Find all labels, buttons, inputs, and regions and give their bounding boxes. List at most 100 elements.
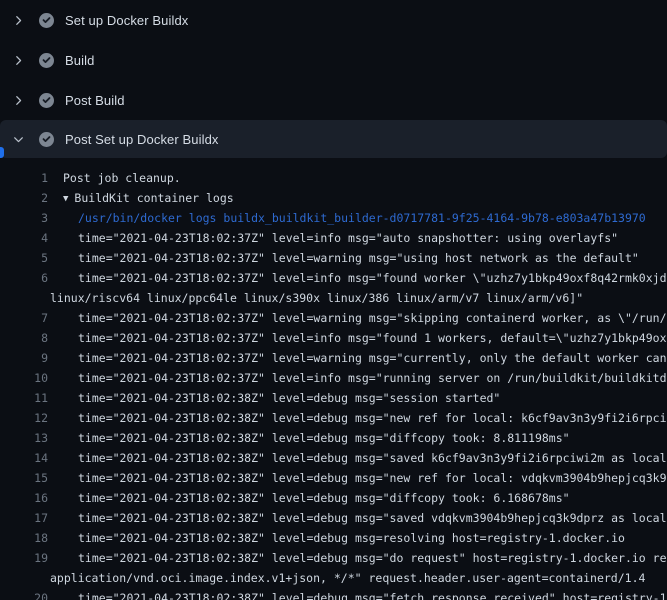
log-text: time="2021-04-23T18:02:38Z" level=debug … xyxy=(48,408,667,428)
log-text: time="2021-04-23T18:02:38Z" level=debug … xyxy=(48,528,667,548)
line-number[interactable]: 14 xyxy=(0,448,48,468)
log-text: time="2021-04-23T18:02:38Z" level=debug … xyxy=(48,428,667,448)
step-row[interactable]: Post Build xyxy=(0,80,667,120)
line-number[interactable] xyxy=(0,288,48,308)
check-circle-icon xyxy=(39,53,54,68)
check-circle-icon xyxy=(39,132,54,147)
log-text: application/vnd.oci.image.index.v1+json,… xyxy=(48,568,667,588)
log-text: time="2021-04-23T18:02:38Z" level=debug … xyxy=(48,388,667,408)
log-text-body: BuildKit container logs xyxy=(74,191,233,205)
step-label: Post Build xyxy=(65,94,125,107)
log-text: linux/riscv64 linux/ppc64le linux/s390x … xyxy=(48,288,667,308)
log-line: 14 time="2021-04-23T18:02:38Z" level=deb… xyxy=(0,448,667,468)
log-text: time="2021-04-23T18:02:38Z" level=debug … xyxy=(48,548,667,568)
log-line: 15 time="2021-04-23T18:02:38Z" level=deb… xyxy=(0,468,667,488)
log-text-body: linux/riscv64 linux/ppc64le linux/s390x … xyxy=(50,291,583,305)
log-text-body: time="2021-04-23T18:02:38Z" level=debug … xyxy=(78,551,667,565)
log-text-body: time="2021-04-23T18:02:37Z" level=info m… xyxy=(78,331,667,345)
log-text: time="2021-04-23T18:02:37Z" level=info m… xyxy=(48,368,667,388)
step-row[interactable]: Set up Docker Buildx xyxy=(0,0,667,40)
log-text: time="2021-04-23T18:02:38Z" level=debug … xyxy=(48,488,667,508)
line-number[interactable]: 5 xyxy=(0,248,48,268)
log-text: time="2021-04-23T18:02:37Z" level=info m… xyxy=(48,228,667,248)
log-line: 10 time="2021-04-23T18:02:37Z" level=inf… xyxy=(0,368,667,388)
log-text-body: time="2021-04-23T18:02:37Z" level=info m… xyxy=(78,371,667,385)
log-text-body: Post job cleanup. xyxy=(63,171,181,185)
line-number[interactable]: 2 xyxy=(0,188,48,208)
line-number[interactable]: 20 xyxy=(0,588,48,600)
log-text: time="2021-04-23T18:02:37Z" level=warnin… xyxy=(48,308,667,328)
log-text: time="2021-04-23T18:02:37Z" level=info m… xyxy=(48,328,667,348)
log-text-body: time="2021-04-23T18:02:37Z" level=info m… xyxy=(78,271,667,285)
log-text-body: time="2021-04-23T18:02:37Z" level=warnin… xyxy=(78,351,667,365)
log-text: time="2021-04-23T18:02:38Z" level=debug … xyxy=(48,448,667,468)
log-text-body: time="2021-04-23T18:02:37Z" level=warnin… xyxy=(78,251,639,265)
chevron-right-icon[interactable] xyxy=(13,55,24,66)
log-text-body: application/vnd.oci.image.index.v1+json,… xyxy=(50,571,645,585)
log-line: 3 /usr/bin/docker logs buildx_buildkit_b… xyxy=(0,208,667,228)
line-number[interactable]: 13 xyxy=(0,428,48,448)
line-number[interactable]: 3 xyxy=(0,208,48,228)
check-circle-icon xyxy=(39,93,54,108)
log-line: 6 time="2021-04-23T18:02:37Z" level=info… xyxy=(0,268,667,288)
log-line: 13 time="2021-04-23T18:02:38Z" level=deb… xyxy=(0,428,667,448)
log-text: Post job cleanup. xyxy=(48,168,667,188)
step-row[interactable]: Post Set up Docker Buildx xyxy=(0,120,667,158)
group-toggle-icon[interactable]: ▼ xyxy=(63,189,68,208)
log-text: time="2021-04-23T18:02:38Z" level=debug … xyxy=(48,588,667,600)
line-number[interactable]: 16 xyxy=(0,488,48,508)
line-number[interactable]: 12 xyxy=(0,408,48,428)
step-label: Build xyxy=(65,54,94,67)
log-text: time="2021-04-23T18:02:38Z" level=debug … xyxy=(48,508,667,528)
log-line: application/vnd.oci.image.index.v1+json,… xyxy=(0,568,667,588)
log-line: 16 time="2021-04-23T18:02:38Z" level=deb… xyxy=(0,488,667,508)
log-line: 2 ▼ BuildKit container logs xyxy=(0,188,667,208)
log-line: linux/riscv64 linux/ppc64le linux/s390x … xyxy=(0,288,667,308)
line-number[interactable] xyxy=(0,568,48,588)
step-label: Post Set up Docker Buildx xyxy=(65,133,219,146)
log-line: 19 time="2021-04-23T18:02:38Z" level=deb… xyxy=(0,548,667,568)
log-text-body: time="2021-04-23T18:02:37Z" level=warnin… xyxy=(78,311,667,325)
log-text-body: time="2021-04-23T18:02:38Z" level=debug … xyxy=(78,511,667,525)
log-text: ▼ BuildKit container logs xyxy=(48,188,667,208)
log-text: /usr/bin/docker logs buildx_buildkit_bui… xyxy=(48,208,667,228)
log-text-body: time="2021-04-23T18:02:38Z" level=debug … xyxy=(78,471,667,485)
line-number[interactable]: 9 xyxy=(0,348,48,368)
line-number[interactable]: 18 xyxy=(0,528,48,548)
log-line: 1 Post job cleanup. xyxy=(0,168,667,188)
log-line: 12 time="2021-04-23T18:02:38Z" level=deb… xyxy=(0,408,667,428)
step-row[interactable]: Build xyxy=(0,40,667,80)
log-text-body: time="2021-04-23T18:02:37Z" level=info m… xyxy=(78,231,618,245)
log-line: 5 time="2021-04-23T18:02:37Z" level=warn… xyxy=(0,248,667,268)
log-line: 9 time="2021-04-23T18:02:37Z" level=warn… xyxy=(0,348,667,368)
chevron-down-icon[interactable] xyxy=(13,134,24,145)
steps-list: Set up Docker Buildx Build Post Build xyxy=(0,0,667,158)
log-text-body: time="2021-04-23T18:02:38Z" level=debug … xyxy=(78,411,667,425)
line-number[interactable]: 17 xyxy=(0,508,48,528)
log-text: time="2021-04-23T18:02:37Z" level=info m… xyxy=(48,268,667,288)
line-number[interactable]: 6 xyxy=(0,268,48,288)
log-text-body: time="2021-04-23T18:02:38Z" level=debug … xyxy=(78,591,667,600)
log-viewer: 1 Post job cleanup. 2 ▼ BuildKit containe… xyxy=(0,158,667,600)
line-number[interactable]: 7 xyxy=(0,308,48,328)
log-text-body: time="2021-04-23T18:02:38Z" level=debug … xyxy=(78,491,570,505)
line-number[interactable]: 15 xyxy=(0,468,48,488)
line-number[interactable]: 1 xyxy=(0,168,48,188)
check-circle-icon xyxy=(39,13,54,28)
chevron-right-icon[interactable] xyxy=(13,95,24,106)
line-number[interactable]: 11 xyxy=(0,388,48,408)
log-line: 18 time="2021-04-23T18:02:38Z" level=deb… xyxy=(0,528,667,548)
log-line: 7 time="2021-04-23T18:02:37Z" level=warn… xyxy=(0,308,667,328)
line-number[interactable]: 8 xyxy=(0,328,48,348)
log-text-body: time="2021-04-23T18:02:38Z" level=debug … xyxy=(78,431,570,445)
line-number[interactable]: 19 xyxy=(0,548,48,568)
line-number[interactable]: 10 xyxy=(0,368,48,388)
log-text: time="2021-04-23T18:02:37Z" level=warnin… xyxy=(48,348,667,368)
log-text-body: time="2021-04-23T18:02:38Z" level=debug … xyxy=(78,391,500,405)
log-text-body: time="2021-04-23T18:02:38Z" level=debug … xyxy=(78,451,667,465)
line-number[interactable]: 4 xyxy=(0,228,48,248)
log-line: 4 time="2021-04-23T18:02:37Z" level=info… xyxy=(0,228,667,248)
log-text-body: time="2021-04-23T18:02:38Z" level=debug … xyxy=(78,531,625,545)
chevron-right-icon[interactable] xyxy=(13,15,24,26)
log-line: 8 time="2021-04-23T18:02:37Z" level=info… xyxy=(0,328,667,348)
